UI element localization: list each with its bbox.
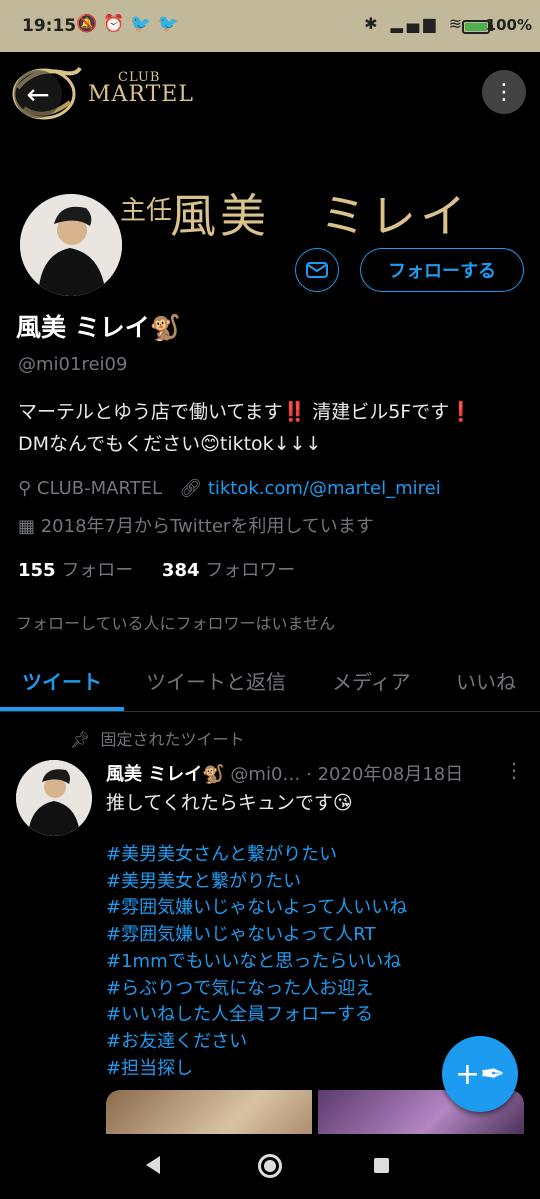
following-count: 155 xyxy=(18,560,56,581)
no-mutual-followers-text: フォローしている人にフォロワーはいません xyxy=(16,614,336,633)
avatar-image xyxy=(20,194,122,296)
tab-tweets[interactable]: ツイート xyxy=(22,666,102,695)
banner-title: 風美 ミレイ xyxy=(170,189,470,242)
bio-text: マーテルとゆう店で働いてます xyxy=(18,401,283,423)
following-label: フォロー xyxy=(61,560,134,581)
tweet-more-button[interactable]: ⋮ xyxy=(504,758,524,782)
pinned-text: 固定されたツイート xyxy=(100,730,245,749)
pin-icon: 📌︎ xyxy=(70,730,96,749)
logo-name-text: MARTEL xyxy=(88,82,194,107)
tweet-author-avatar[interactable] xyxy=(16,760,92,836)
more-vertical-icon: ⋮ xyxy=(493,79,515,105)
tweet-media-image-1[interactable] xyxy=(106,1090,312,1134)
calendar-icon: ▦ xyxy=(18,516,41,537)
tab-tweets-and-replies[interactable]: ツイートと返信 xyxy=(146,666,286,695)
tweet-avatar-image xyxy=(16,760,92,836)
pinned-tweet-label: 📌︎ 固定されたツイート xyxy=(70,726,245,750)
bio-emoji-2: ❗ xyxy=(449,401,473,423)
profile-avatar[interactable] xyxy=(16,190,126,300)
hashtag-link[interactable]: #雰囲気嫌いじゃないよって人RT xyxy=(106,922,407,949)
nav-home-icon[interactable] xyxy=(258,1154,282,1178)
following-link[interactable]: 155 フォロー xyxy=(18,560,133,581)
tweet-author-name[interactable]: 風美 ミレイ🐒 xyxy=(106,764,225,785)
hashtag-link[interactable]: #らぶりつで気になった人お迎え xyxy=(106,976,407,1003)
tweet-author-handle: @mi0… xyxy=(230,764,301,785)
tweet-header: 風美 ミレイ🐒 @mi0… · 2020年08月18日 xyxy=(106,760,463,786)
status-time: 19:15 xyxy=(22,16,77,36)
back-button[interactable]: ← xyxy=(14,70,62,118)
active-tab-indicator xyxy=(0,707,124,711)
battery-percent: 100% xyxy=(485,16,532,34)
bio-emoji: ‼️ xyxy=(282,401,307,423)
location-pin-icon: ⚲ xyxy=(18,478,37,499)
profile-link[interactable]: tiktok.com/@martel_mirei xyxy=(208,478,441,499)
profile-joined: 2018年7月からTwitterを利用しています xyxy=(40,516,374,537)
android-nav-bar xyxy=(0,1134,540,1199)
profile-bio: マーテルとゆう店で働いてます‼️ 清建ビル5Fです❗ DMなんでもください😊ti… xyxy=(18,396,528,460)
profile-counts: 155 フォロー 384 フォロワー xyxy=(18,556,295,582)
profile-meta-location-link: ⚲ CLUB-MARTEL 🔗︎ tiktok.com/@martel_mire… xyxy=(18,478,441,499)
compose-tweet-button[interactable]: +✒︎ xyxy=(442,1036,518,1112)
tweet-text: 推してくれたらキュンです😘 xyxy=(106,792,353,814)
bio-line-2: DMなんでもください😊tiktok↓↓↓ xyxy=(18,433,322,455)
follow-button[interactable]: フォローする xyxy=(360,248,524,292)
status-bar: 19:15 🔕⏰🐦🐦 ✱ ▂▄▆ ≋ 100% xyxy=(0,0,540,52)
status-notification-icons: 🔕⏰🐦🐦 xyxy=(76,14,185,34)
compose-tweet-icon: +✒︎ xyxy=(454,1056,506,1092)
bio-text-rest: 清建ビル5Fです xyxy=(306,401,450,423)
more-options-button[interactable]: ⋮ xyxy=(482,70,526,114)
hashtag-link[interactable]: #お友達ください xyxy=(106,1029,407,1056)
hashtag-link[interactable]: #美男美女さんと繋がりたい xyxy=(106,842,407,869)
mail-icon xyxy=(306,262,328,278)
profile-location: CLUB-MARTEL xyxy=(36,478,163,499)
hashtag-link[interactable]: #1mmでもいいなと思ったらいいね xyxy=(106,949,407,976)
followers-link[interactable]: 384 フォロワー xyxy=(162,560,295,581)
hashtag-link[interactable]: #美男美女と繋がりたい xyxy=(106,869,407,896)
profile-handle: @mi01rei09 xyxy=(18,354,128,375)
profile-tabs: ツイート ツイートと返信 メディア いいね xyxy=(0,650,540,712)
banner-subtitle: 主任 xyxy=(120,196,173,226)
nav-back-icon[interactable] xyxy=(146,1156,160,1174)
hashtag-link[interactable]: #いいねした人全員フォローする xyxy=(106,1002,407,1029)
status-system-icons: ✱ ▂▄▆ ≋ xyxy=(364,14,466,33)
followers-label: フォロワー xyxy=(205,560,296,581)
tab-likes[interactable]: いいね xyxy=(456,666,516,695)
message-button[interactable] xyxy=(295,248,339,292)
link-icon: 🔗︎ xyxy=(179,478,208,499)
profile-meta-joined: ▦ 2018年7月からTwitterを利用しています xyxy=(18,512,374,538)
tweet-date[interactable]: · 2020年08月18日 xyxy=(306,764,463,785)
followers-count: 384 xyxy=(161,560,200,581)
bio-line-1: マーテルとゆう店で働いてます‼️ 清建ビル5Fです❗ xyxy=(18,396,528,428)
hashtag-link[interactable]: #担当探し xyxy=(106,1056,407,1083)
hashtag-link[interactable]: #雰囲気嫌いじゃないよって人いいね xyxy=(106,895,407,922)
tweet-hashtags: #美男美女さんと繋がりたい #美男美女と繋がりたい #雰囲気嫌いじゃないよって人… xyxy=(106,842,407,1082)
nav-recents-icon[interactable] xyxy=(374,1158,389,1173)
tab-media[interactable]: メディア xyxy=(332,666,411,695)
profile-name: 風美 ミレイ🐒 xyxy=(16,313,181,342)
arrow-left-icon: ← xyxy=(26,77,50,111)
